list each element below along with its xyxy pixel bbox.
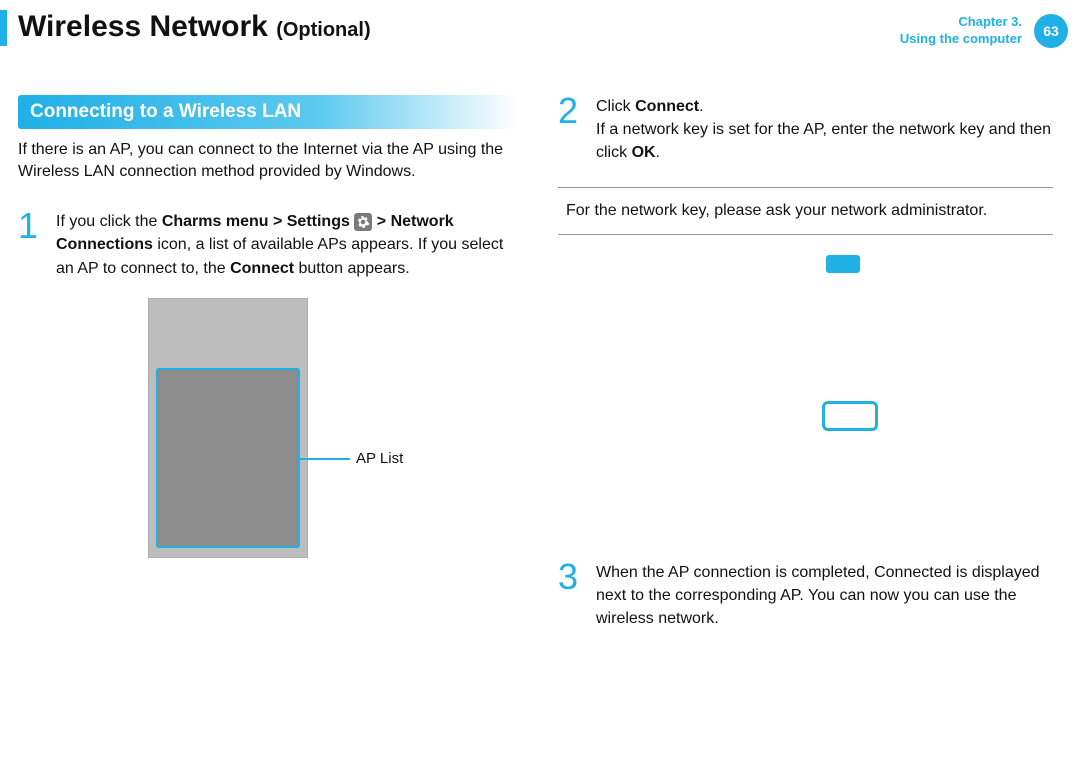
s1-tail: button appears. (294, 260, 410, 277)
chapter-label: Chapter 3. Using the computer (900, 14, 1022, 48)
figure-button-outline (822, 401, 878, 431)
s2-l2a: If a network key is set for the AP, ente… (596, 121, 1051, 161)
s2-l2b: OK (632, 144, 656, 161)
step-1-body: If you click the Charms menu > Settings … (56, 210, 518, 280)
note-text: For the network key, please ask your net… (566, 202, 987, 219)
s1-bold1: Charms menu > Settings (162, 213, 350, 230)
s2-l1c: . (699, 98, 703, 115)
step-3-body: When the AP connection is completed, Con… (596, 561, 1053, 631)
step-2-body: Click Connect. If a network key is set f… (596, 95, 1053, 165)
step-number: 3 (558, 561, 584, 631)
right-column: 2 Click Connect. If a network key is set… (558, 95, 1053, 648)
step-3: 3 When the AP connection is completed, C… (558, 561, 1053, 631)
title-main: Wireless Network (18, 10, 268, 43)
figure-toggle-icon (826, 255, 860, 273)
step-number: 2 (558, 95, 584, 165)
left-column: Connecting to a Wireless LAN If there is… (18, 95, 518, 558)
title-optional: (Optional) (276, 19, 370, 41)
section-intro: If there is an AP, you can connect to th… (18, 139, 518, 182)
step-number: 1 (18, 210, 44, 280)
step-2: 2 Click Connect. If a network key is set… (558, 95, 1053, 165)
chapter-sub: Using the computer (900, 31, 1022, 48)
section-heading: Connecting to a Wireless LAN (18, 95, 518, 129)
page-title: Wireless Network (Optional) (18, 10, 371, 44)
figure-ap-list-box (156, 368, 300, 548)
connect-figure (818, 261, 978, 521)
note-box: For the network key, please ask your net… (558, 187, 1053, 235)
s2-l1b: Connect (635, 98, 699, 115)
page-number-badge: 63 (1034, 14, 1068, 48)
s1-pre: If you click the (56, 213, 162, 230)
s2-l2c: . (656, 144, 660, 161)
ap-list-figure: AP List (148, 298, 308, 558)
accent-bar (0, 10, 7, 46)
s1-bold3: Connect (230, 260, 294, 277)
step-1: 1 If you click the Charms menu > Setting… (18, 210, 518, 280)
callout-line (300, 458, 350, 460)
gear-icon (354, 213, 372, 231)
page-number: 63 (1043, 23, 1059, 39)
callout-label: AP List (356, 450, 403, 467)
s2-l1a: Click (596, 98, 635, 115)
chapter-line: Chapter 3. (900, 14, 1022, 31)
